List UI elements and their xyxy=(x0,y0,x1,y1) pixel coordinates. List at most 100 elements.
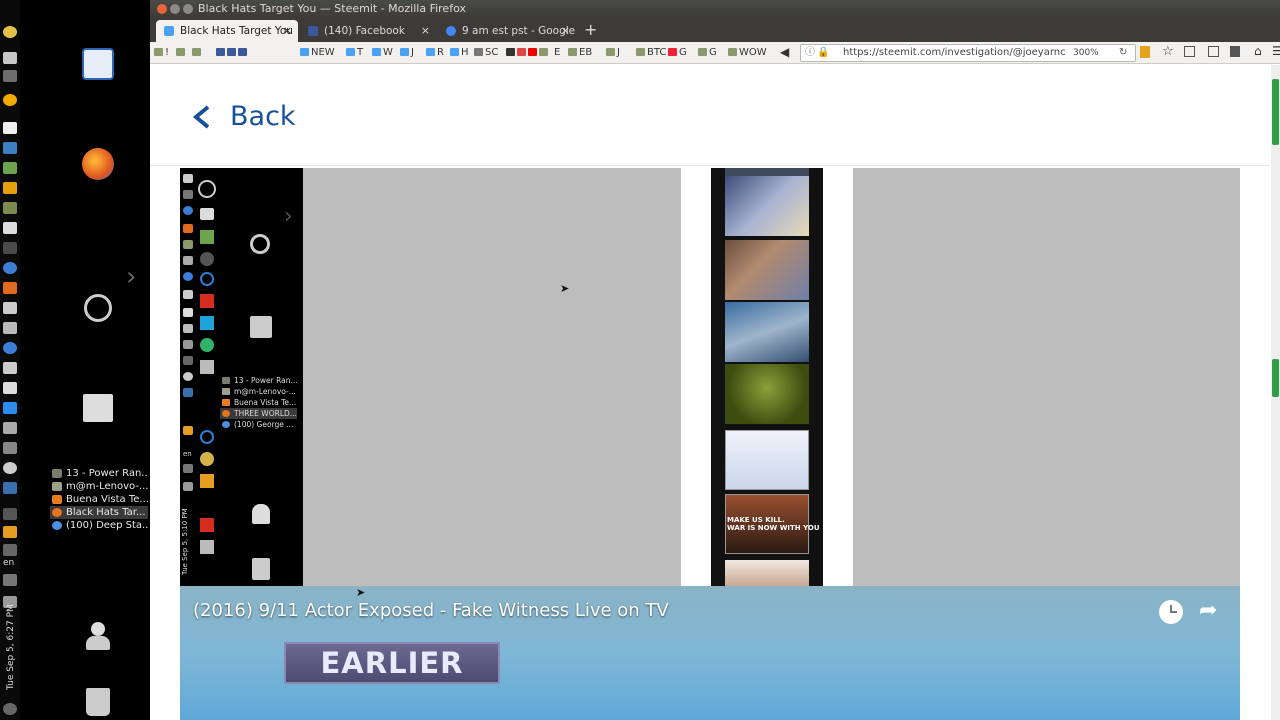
bookmark[interactable]: NEW xyxy=(300,45,335,61)
user-icon[interactable] xyxy=(84,622,112,652)
chromium-icon[interactable] xyxy=(3,342,17,354)
bookmark-folder[interactable] xyxy=(192,45,203,61)
bookmark[interactable]: R xyxy=(426,45,444,61)
chevron-left-icon xyxy=(192,105,210,129)
library-icon[interactable] xyxy=(1208,46,1219,57)
calendar-icon[interactable] xyxy=(3,142,17,154)
close-tab-icon[interactable]: × xyxy=(561,20,570,42)
taskbar-item[interactable]: 13 - Power Ran... xyxy=(50,467,148,480)
bookmark-facebook[interactable] xyxy=(216,45,249,61)
title-bar: Black Hats Target You — Steemit - Mozill… xyxy=(150,0,1280,18)
bookmark[interactable]: E xyxy=(554,45,560,61)
video-title[interactable]: (2016) 9/11 Actor Exposed - Fake Witness… xyxy=(193,600,669,621)
youtube-icon[interactable] xyxy=(1230,46,1240,57)
clock-icon[interactable] xyxy=(1159,600,1183,624)
keyboard-language[interactable]: en xyxy=(3,558,14,568)
tab-google[interactable]: 9 am est pst - Google S × xyxy=(438,20,576,42)
page-scrollbar[interactable] xyxy=(1271,65,1280,720)
zoom-level[interactable]: 300% xyxy=(1073,45,1099,61)
minimize-window-button[interactable] xyxy=(170,4,180,14)
screen-icon[interactable] xyxy=(3,482,17,494)
app-icon[interactable] xyxy=(3,70,17,82)
bookmark[interactable]: J xyxy=(606,45,620,61)
bookmark[interactable]: BTC xyxy=(636,45,666,61)
power-icon[interactable] xyxy=(3,703,17,715)
firefox-icon xyxy=(52,508,62,517)
globe-icon[interactable] xyxy=(3,262,17,274)
close-tab-icon[interactable]: × xyxy=(421,20,430,42)
wifi-icon[interactable] xyxy=(3,544,17,556)
close-tab-icon[interactable]: × xyxy=(283,20,292,42)
menu-icon[interactable]: ☰ xyxy=(1272,44,1280,58)
app-icon[interactable] xyxy=(3,362,17,374)
video-overlay-caption: EARLIER xyxy=(284,642,500,684)
video-player[interactable]: (2016) 9/11 Actor Exposed - Fake Witness… xyxy=(180,586,1240,720)
bookmark[interactable]: G xyxy=(668,45,687,61)
monitor-icon[interactable] xyxy=(3,242,17,254)
bookmark[interactable]: H xyxy=(450,45,469,61)
grid-icon[interactable] xyxy=(3,182,17,194)
taskbar-item[interactable]: Buena Vista Te... xyxy=(50,493,148,506)
trash-icon[interactable] xyxy=(86,688,110,716)
download-icon[interactable] xyxy=(1140,46,1150,58)
drive-icon[interactable] xyxy=(83,394,113,422)
tab-facebook[interactable]: (140) Facebook × xyxy=(300,20,436,42)
bookmark[interactable]: W xyxy=(372,45,393,61)
desktop: en Tue Sep 5, 6:27 PM › 13 - Power Ran..… xyxy=(0,0,150,720)
bitcoin-icon[interactable] xyxy=(3,26,17,38)
app-icon[interactable] xyxy=(3,422,17,434)
post-screenshot-image: en Tue Sep 5, 5:10 PM › 13 - Power Ran..… xyxy=(180,168,1240,586)
image-icon[interactable] xyxy=(3,322,17,334)
back-arrow-icon[interactable]: ◀ xyxy=(780,45,789,59)
dropbox-icon[interactable] xyxy=(3,402,17,414)
share-icon[interactable]: ➦ xyxy=(1199,598,1217,623)
writer-document-icon[interactable] xyxy=(82,48,114,80)
document-icon[interactable] xyxy=(3,122,17,134)
app-icon[interactable] xyxy=(3,302,17,314)
spreadsheet-icon[interactable] xyxy=(3,162,17,174)
plus-icon: + xyxy=(584,20,598,39)
firefox-icon[interactable] xyxy=(3,282,17,294)
home-icon[interactable]: ⌂ xyxy=(1254,44,1262,58)
info-icon[interactable]: ⓘ xyxy=(805,45,815,61)
scrollbar-thumb[interactable] xyxy=(1272,79,1279,145)
monitor-icon[interactable] xyxy=(3,382,17,394)
ubuntu-icon[interactable] xyxy=(84,294,112,322)
reading-list-icon[interactable] xyxy=(1184,46,1195,57)
app-icon[interactable] xyxy=(3,222,17,234)
facebook-icon xyxy=(308,26,318,36)
bookmark[interactable]: G xyxy=(698,45,717,61)
folder-icon[interactable] xyxy=(3,202,17,214)
bookmark-folder[interactable] xyxy=(176,45,187,61)
reload-icon[interactable]: ↻ xyxy=(1119,45,1127,61)
firefox-icon[interactable] xyxy=(82,148,114,180)
bookmark[interactable]: T xyxy=(346,45,363,61)
taskbar-item[interactable]: m@m-Lenovo-... xyxy=(50,480,148,493)
maximize-window-button[interactable] xyxy=(183,4,193,14)
settings-icon[interactable] xyxy=(3,462,17,474)
chevron-right-icon[interactable]: › xyxy=(126,262,136,292)
taskbar-item-active[interactable]: Black Hats Tar... xyxy=(50,506,148,519)
folder-icon xyxy=(52,469,62,478)
image-strip: MAKE US KILL. WAR IS NOW WITH YOU xyxy=(681,168,853,586)
taskbar-item[interactable]: (100) Deep Sta... xyxy=(50,519,148,532)
bookmark[interactable]: J xyxy=(400,45,414,61)
header-divider xyxy=(150,165,1270,166)
vlc-icon[interactable] xyxy=(3,526,17,538)
bookmark[interactable]: EB xyxy=(568,45,592,61)
close-window-button[interactable] xyxy=(157,4,167,14)
lock-icon: 🔒 xyxy=(817,47,830,58)
bookmark[interactable]: WOW xyxy=(728,45,767,61)
app-icon[interactable] xyxy=(3,442,17,454)
clock[interactable]: Tue Sep 5, 6:27 PM xyxy=(0,580,20,700)
new-tab-button[interactable]: + xyxy=(584,20,597,40)
bitcoin-icon[interactable] xyxy=(3,94,17,106)
app-icon[interactable] xyxy=(3,52,17,64)
bookmark[interactable]: ! xyxy=(154,45,169,61)
bookmark-printer[interactable] xyxy=(506,45,550,61)
url-bar[interactable]: ⓘ 🔒 https://steemit.com/investigation/@j… xyxy=(800,44,1136,62)
tab-steemit[interactable]: Black Hats Target You × xyxy=(156,20,298,42)
bookmark[interactable]: SC xyxy=(474,45,498,61)
star-icon[interactable]: ☆ xyxy=(1162,44,1174,59)
bluetooth-icon[interactable] xyxy=(3,508,17,520)
